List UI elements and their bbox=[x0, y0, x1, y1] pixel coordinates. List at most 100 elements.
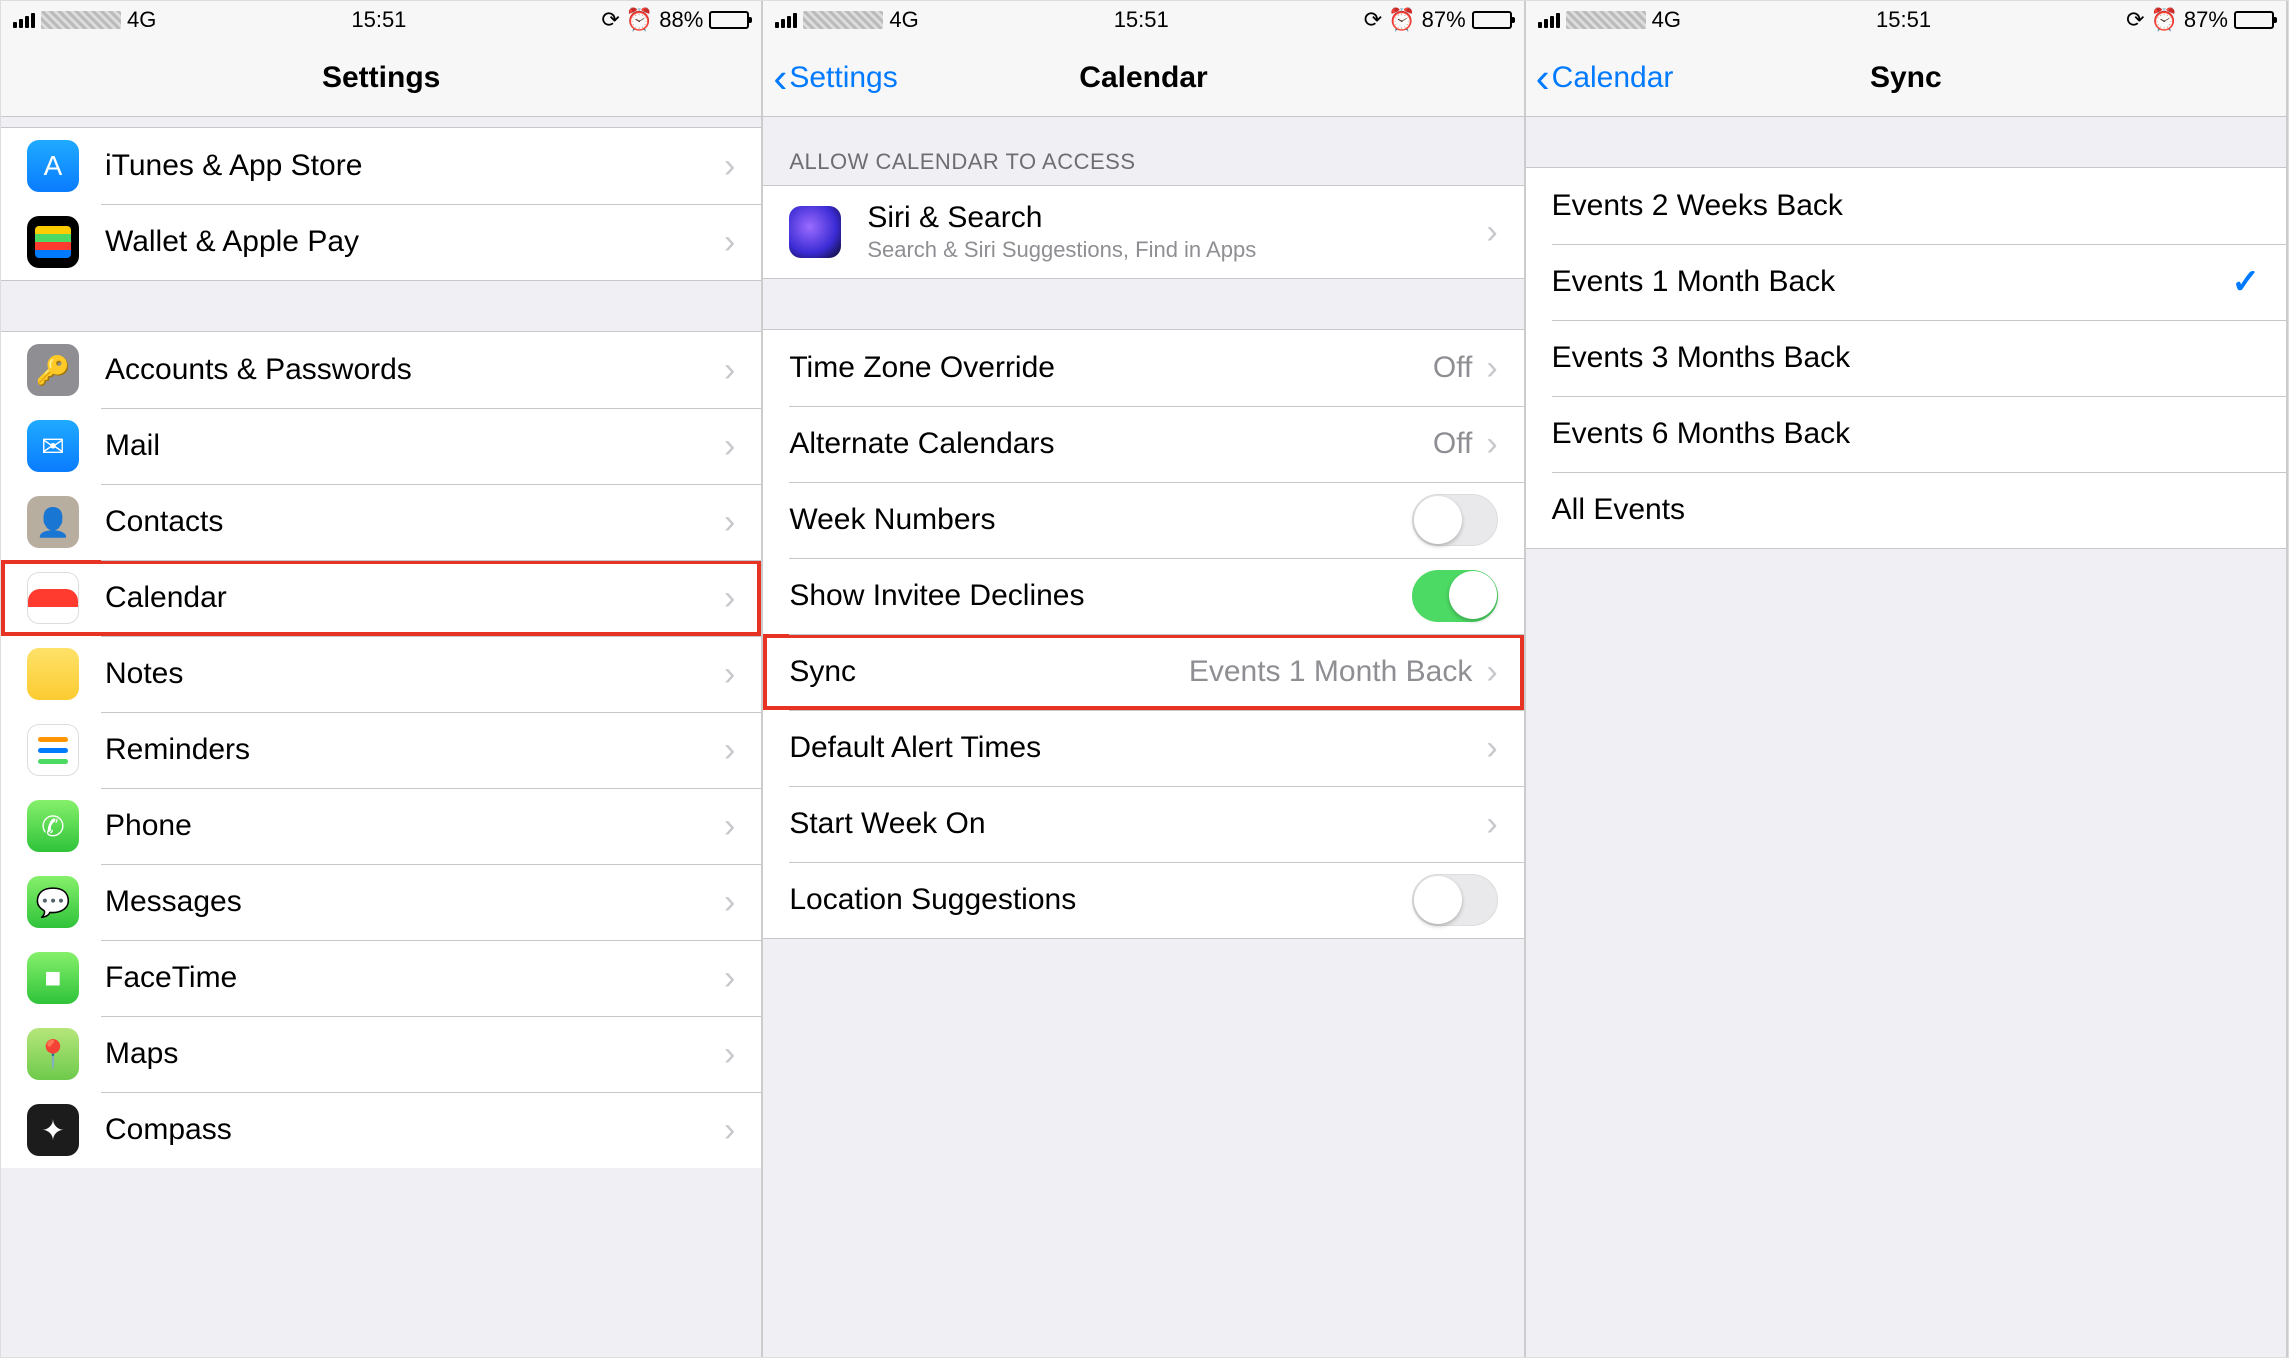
chevron-right-icon: › bbox=[724, 1035, 735, 1074]
battery-percent: 88% bbox=[659, 7, 703, 33]
carrier-name bbox=[1566, 11, 1646, 29]
alarm-icon: ⏰ bbox=[2151, 7, 2178, 33]
battery-icon bbox=[2234, 11, 2274, 29]
status-time: 15:51 bbox=[1114, 7, 1169, 33]
signal-icon bbox=[13, 13, 35, 28]
back-label: Calendar bbox=[1552, 61, 1674, 95]
row-label: Sync bbox=[789, 655, 1189, 689]
row-label: Compass bbox=[105, 1113, 724, 1147]
page-title: Sync bbox=[1870, 61, 1942, 95]
sync-option[interactable]: Events 1 Month Back✓ bbox=[1526, 244, 2286, 320]
row-label: Notes bbox=[105, 657, 724, 691]
chevron-left-icon: ‹ bbox=[773, 57, 787, 99]
orientation-lock-icon: ⟳ bbox=[2126, 7, 2144, 33]
notes-icon bbox=[27, 648, 79, 700]
settings-row-facetime[interactable]: ■FaceTime› bbox=[1, 940, 761, 1016]
calendar-row-start-week-on[interactable]: Start Week On› bbox=[763, 786, 1523, 862]
chevron-right-icon: › bbox=[1486, 729, 1497, 768]
chevron-right-icon: › bbox=[724, 959, 735, 998]
row-label: Phone bbox=[105, 809, 724, 843]
facetime-icon: ■ bbox=[27, 952, 79, 1004]
toggle[interactable] bbox=[1412, 494, 1498, 546]
signal-icon bbox=[1538, 13, 1560, 28]
chevron-right-icon: › bbox=[1486, 213, 1497, 252]
settings-row-reminders[interactable]: Reminders› bbox=[1, 712, 761, 788]
chevron-right-icon: › bbox=[724, 883, 735, 922]
calendar-icon bbox=[27, 572, 79, 624]
row-value: Events 1 Month Back bbox=[1189, 655, 1472, 689]
settings-row-appstore[interactable]: AiTunes & App Store› bbox=[1, 128, 761, 204]
calendar-row-show-invitee-declines[interactable]: Show Invitee Declines bbox=[763, 558, 1523, 634]
calendar-row-week-numbers[interactable]: Week Numbers bbox=[763, 482, 1523, 558]
orientation-lock-icon: ⟳ bbox=[1364, 7, 1382, 33]
sync-option[interactable]: Events 6 Months Back bbox=[1526, 396, 2286, 472]
back-button[interactable]: ‹ Settings bbox=[773, 57, 897, 99]
phone-icon: ✆ bbox=[27, 800, 79, 852]
screen-sync-options: 4G 15:51 ⟳ ⏰ 87% ‹ Calendar Sync Events … bbox=[1526, 1, 2288, 1357]
chevron-right-icon: › bbox=[724, 655, 735, 694]
signal-icon bbox=[775, 13, 797, 28]
row-label: Calendar bbox=[105, 581, 724, 615]
status-time: 15:51 bbox=[1876, 7, 1931, 33]
battery-icon bbox=[709, 11, 749, 29]
row-label: Contacts bbox=[105, 505, 724, 539]
toggle[interactable] bbox=[1412, 874, 1498, 926]
carrier-name bbox=[803, 11, 883, 29]
option-label: All Events bbox=[1552, 493, 2260, 527]
status-bar: 4G 15:51 ⟳ ⏰ 87% bbox=[1526, 1, 2286, 39]
row-sublabel: Search & Siri Suggestions, Find in Apps bbox=[867, 237, 1486, 263]
calendar-row-location-suggestions[interactable]: Location Suggestions bbox=[763, 862, 1523, 938]
calendar-row-time-zone-override[interactable]: Time Zone OverrideOff› bbox=[763, 330, 1523, 406]
compass-icon: ✦ bbox=[27, 1104, 79, 1156]
sync-option[interactable]: Events 3 Months Back bbox=[1526, 320, 2286, 396]
row-label: Messages bbox=[105, 885, 724, 919]
chevron-right-icon: › bbox=[724, 503, 735, 542]
sync-option[interactable]: All Events bbox=[1526, 472, 2286, 548]
status-bar: 4G 15:51 ⟳ ⏰ 87% bbox=[763, 1, 1523, 39]
settings-row-messages[interactable]: 💬Messages› bbox=[1, 864, 761, 940]
row-label: iTunes & App Store bbox=[105, 149, 724, 183]
settings-row-key[interactable]: 🔑Accounts & Passwords› bbox=[1, 332, 761, 408]
battery-icon bbox=[1472, 11, 1512, 29]
row-label: Default Alert Times bbox=[789, 731, 1486, 765]
page-title: Calendar bbox=[1079, 61, 1207, 95]
calendar-row-default-alert-times[interactable]: Default Alert Times› bbox=[763, 710, 1523, 786]
settings-row-maps[interactable]: 📍Maps› bbox=[1, 1016, 761, 1092]
toggle[interactable] bbox=[1412, 570, 1498, 622]
status-bar: 4G 15:51 ⟳ ⏰ 88% bbox=[1, 1, 761, 39]
network-type: 4G bbox=[889, 7, 918, 33]
alarm-icon: ⏰ bbox=[1388, 7, 1415, 33]
settings-row-phone[interactable]: ✆Phone› bbox=[1, 788, 761, 864]
orientation-lock-icon: ⟳ bbox=[601, 7, 619, 33]
option-label: Events 2 Weeks Back bbox=[1552, 189, 2260, 223]
chevron-right-icon: › bbox=[724, 731, 735, 770]
alarm-icon: ⏰ bbox=[626, 7, 653, 33]
row-siri-search[interactable]: Siri & Search Search & Siri Suggestions,… bbox=[763, 186, 1523, 278]
settings-row-calendar[interactable]: Calendar› bbox=[1, 560, 761, 636]
chevron-right-icon: › bbox=[724, 427, 735, 466]
settings-row-wallet[interactable]: Wallet & Apple Pay› bbox=[1, 204, 761, 280]
screen-settings: 4G 15:51 ⟳ ⏰ 88% Settings AiTunes & App … bbox=[1, 1, 763, 1357]
calendar-row-sync[interactable]: SyncEvents 1 Month Back› bbox=[763, 634, 1523, 710]
network-type: 4G bbox=[127, 7, 156, 33]
row-label: Alternate Calendars bbox=[789, 427, 1433, 461]
settings-row-mail[interactable]: ✉︎Mail› bbox=[1, 408, 761, 484]
option-label: Events 6 Months Back bbox=[1552, 417, 2260, 451]
chevron-right-icon: › bbox=[724, 147, 735, 186]
row-label: Start Week On bbox=[789, 807, 1486, 841]
chevron-right-icon: › bbox=[724, 1111, 735, 1150]
wallet-icon bbox=[27, 216, 79, 268]
nav-bar: Settings bbox=[1, 39, 761, 117]
back-button[interactable]: ‹ Calendar bbox=[1536, 57, 1674, 99]
settings-row-contacts[interactable]: 👤Contacts› bbox=[1, 484, 761, 560]
page-title: Settings bbox=[322, 61, 440, 95]
status-time: 15:51 bbox=[351, 7, 406, 33]
settings-row-compass[interactable]: ✦ Compass› bbox=[1, 1092, 761, 1168]
row-label: Siri & Search bbox=[867, 201, 1486, 235]
settings-row-notes[interactable]: Notes› bbox=[1, 636, 761, 712]
row-value: Off bbox=[1433, 427, 1472, 461]
checkmark-icon: ✓ bbox=[2231, 262, 2260, 302]
calendar-row-alternate-calendars[interactable]: Alternate CalendarsOff› bbox=[763, 406, 1523, 482]
reminders-icon bbox=[27, 724, 79, 776]
sync-option[interactable]: Events 2 Weeks Back bbox=[1526, 168, 2286, 244]
